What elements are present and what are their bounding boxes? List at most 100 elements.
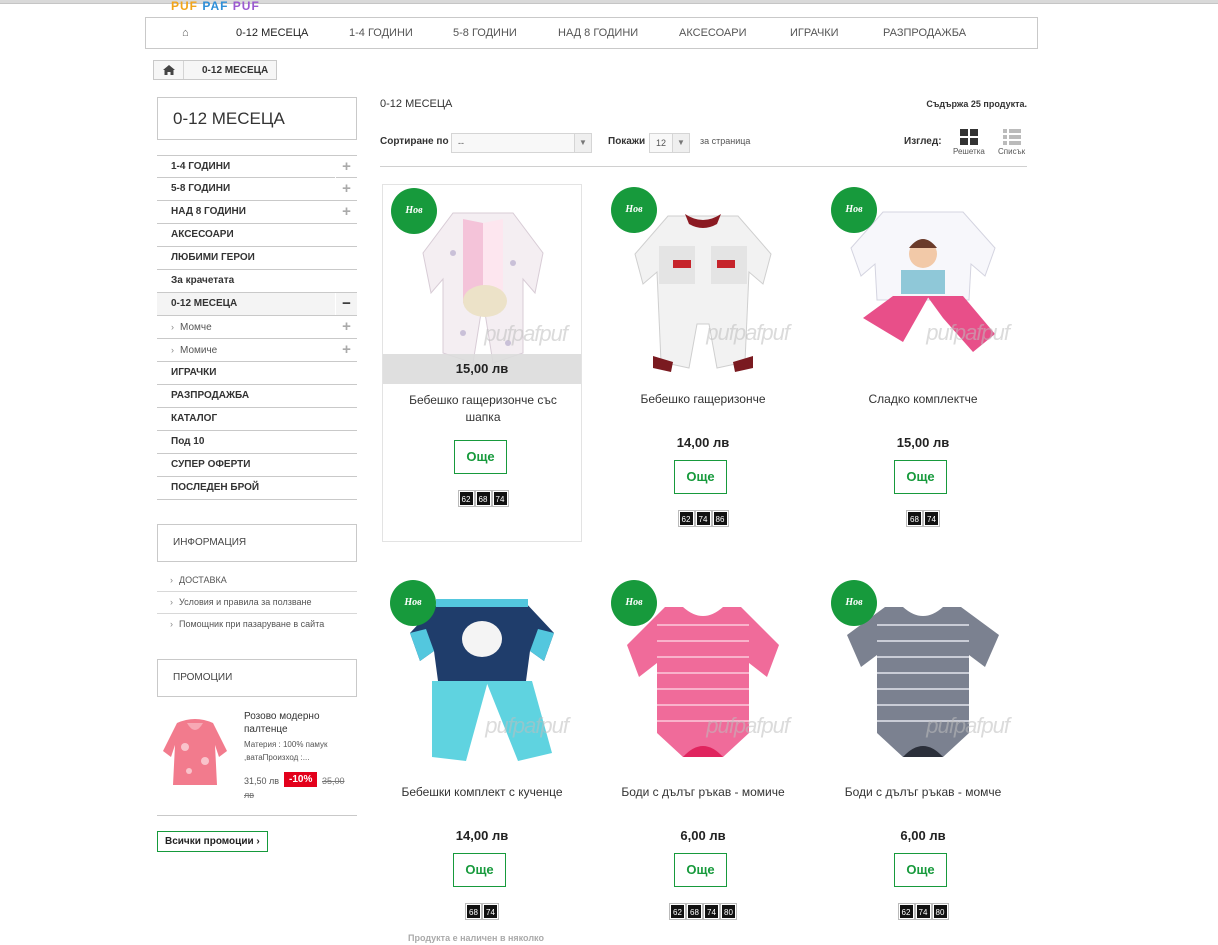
info-link-delivery[interactable]: › ДОСТАВКА [157,570,357,592]
expand-icon[interactable]: + [335,201,357,223]
main-navigation: ⌂ 0-12 МЕСЕЦА 1-4 ГОДИНИ 5-8 ГОДИНИ НАД … [145,17,1038,49]
more-button[interactable]: Още [674,853,727,887]
product-name[interactable]: Сладко комплектче [833,391,1013,408]
show-label: Покажи [608,136,646,147]
info-link-help[interactable]: › Помощник при пазаруване в сайта [157,614,357,636]
promo-product-name[interactable]: Розово модерно палтенце [244,710,354,736]
category-item[interactable]: РАЗПРОДАЖБА [157,385,357,408]
size-list: 62 68 74 [383,490,583,507]
category-label: Момче [180,322,212,333]
promo-product-image[interactable] [157,711,233,791]
category-item[interactable]: КАТАЛОГ [157,408,357,431]
discount-badge: -10% [284,772,318,787]
product-name[interactable]: Боди с дълъг ръкав - момиче [613,784,793,801]
watermark: pufpafpuf [484,321,568,346]
product-card: pufpafpuf Нов Бебешко гащеризонче 14,00 … [603,184,803,542]
list-view-button[interactable]: Списък [998,129,1025,156]
category-item[interactable]: ЛЮБИМИ ГЕРОИ [157,247,357,270]
category-label: СУПЕР ОФЕРТИ [171,459,251,470]
list-view-label: Списък [998,147,1026,156]
more-button[interactable]: Още [454,440,507,474]
product-card: pufpafpuf Нов 15,00 лв Бебешко гащеризон… [382,184,582,542]
category-item[interactable]: Под 10 [157,431,357,454]
site-logo[interactable]: PUF PAF PUF [171,0,260,13]
sort-value: -- [458,138,464,148]
breadcrumb: 0-12 МЕСЕЦА [153,60,278,80]
more-button[interactable]: Още [894,853,947,887]
watermark: pufpafpuf [485,713,569,738]
product-name[interactable]: Бебешки комплект с кученце [392,784,572,801]
category-item[interactable]: АКСЕСОАРИ [157,224,357,247]
category-item[interactable]: 5-8 ГОДИНИ + [157,178,357,201]
category-label: 5-8 ГОДИНИ [171,183,231,194]
category-item[interactable]: ИГРАЧКИ [157,362,357,385]
more-button[interactable]: Още [674,460,727,494]
size-tag: 68 [906,510,923,527]
nav-item-accessories[interactable]: АКСЕСОАРИ [679,18,747,48]
nav-item-0-12[interactable]: 0-12 МЕСЕЦА [236,18,308,48]
subcategory-item[interactable]: › Момиче + [157,339,357,362]
size-list: 62 74 80 [823,903,1023,920]
subcategory-item[interactable]: › Момче + [157,316,357,339]
logo-part-1: PUF [171,0,198,13]
product-price: 15,00 лв [896,435,950,450]
category-tree: 1-4 ГОДИНИ + 5-8 ГОДИНИ + НАД 8 ГОДИНИ + АК… [157,155,357,500]
new-badge: Нов [611,580,657,626]
size-tag: 62 [897,903,915,920]
expand-icon[interactable]: + [335,339,357,361]
collapse-icon[interactable]: − [335,293,357,315]
breadcrumb-home[interactable] [154,61,184,79]
size-tag: 68 [465,903,482,920]
nav-item-sale[interactable]: РАЗПРОДАЖБА [883,18,966,48]
category-title: 0-12 МЕСЕЦА [157,97,357,140]
promo-product: Розово модерно палтенце Материя : 100% п… [157,706,357,816]
per-page-select[interactable]: 12 ▼ [649,133,690,153]
category-label: НАД 8 ГОДИНИ [171,206,246,217]
size-tag: 62 [677,510,695,527]
info-link-label: Помощник при пазаруване в сайта [179,619,325,629]
size-list: 62 68 74 80 [603,903,803,920]
category-label: 1-4 ГОДИНИ [171,161,231,172]
more-button[interactable]: Още [453,853,506,887]
category-item[interactable]: СУПЕР ОФЕРТИ [157,454,357,477]
product-card: pufpafpuf Нов Боди с дълъг ръкав - момче… [823,577,1023,935]
nav-item-5-8[interactable]: 5-8 ГОДИНИ [453,18,517,48]
size-tag: 74 [703,903,720,920]
nav-item-over-8[interactable]: НАД 8 ГОДИНИ [558,18,638,48]
size-tag: 74 [694,510,712,527]
expand-icon[interactable]: + [335,316,357,338]
nav-home-icon[interactable]: ⌂ [182,18,189,48]
expand-icon[interactable]: + [335,178,357,200]
category-item[interactable]: 1-4 ГОДИНИ + [157,155,357,178]
size-tag: 62 [457,490,475,507]
size-tag: 80 [720,903,737,920]
category-label: ПОСЛЕДЕН БРОЙ [171,482,260,493]
more-button[interactable]: Още [894,460,947,494]
per-page-value: 12 [656,138,667,148]
nav-item-toys[interactable]: ИГРАЧКИ [790,18,839,48]
chevron-right-icon: › [170,575,173,585]
list-icon [1002,129,1021,145]
product-count: Съдържа 25 продукта. [926,99,1027,109]
category-label: 0-12 МЕСЕЦА [171,298,238,309]
category-item[interactable]: За крачетата [157,270,357,293]
info-link-terms[interactable]: › Условия и правила за ползване [157,592,357,614]
size-tag: 74 [914,903,932,920]
product-name[interactable]: Боди с дълъг ръкав - момче [833,784,1013,801]
all-promotions-button[interactable]: Всички промоции › [157,831,268,852]
info-link-label: Условия и правила за ползване [179,597,312,607]
product-card: pufpafpuf Нов Бебешки комплект с кученце… [382,577,582,935]
category-item-active[interactable]: 0-12 МЕСЕЦА − [157,293,357,316]
product-name[interactable]: Бебешко гащеризонче [613,391,793,408]
product-name[interactable]: Бебешко гащеризонче със шапка [393,392,573,426]
category-item[interactable]: ПОСЛЕДЕН БРОЙ [157,477,357,500]
expand-icon[interactable]: + [335,156,357,178]
chevron-right-icon: › [171,322,174,332]
category-item[interactable]: НАД 8 ГОДИНИ + [157,201,357,224]
nav-item-1-4[interactable]: 1-4 ГОДИНИ [349,18,413,48]
category-label: Под 10 [171,436,205,447]
size-tag: 74 [491,490,509,507]
grid-view-button[interactable]: Решетка [953,129,985,156]
sort-select[interactable]: -- ▼ [451,133,592,153]
all-promotions-label: Всички промоции [165,836,254,847]
